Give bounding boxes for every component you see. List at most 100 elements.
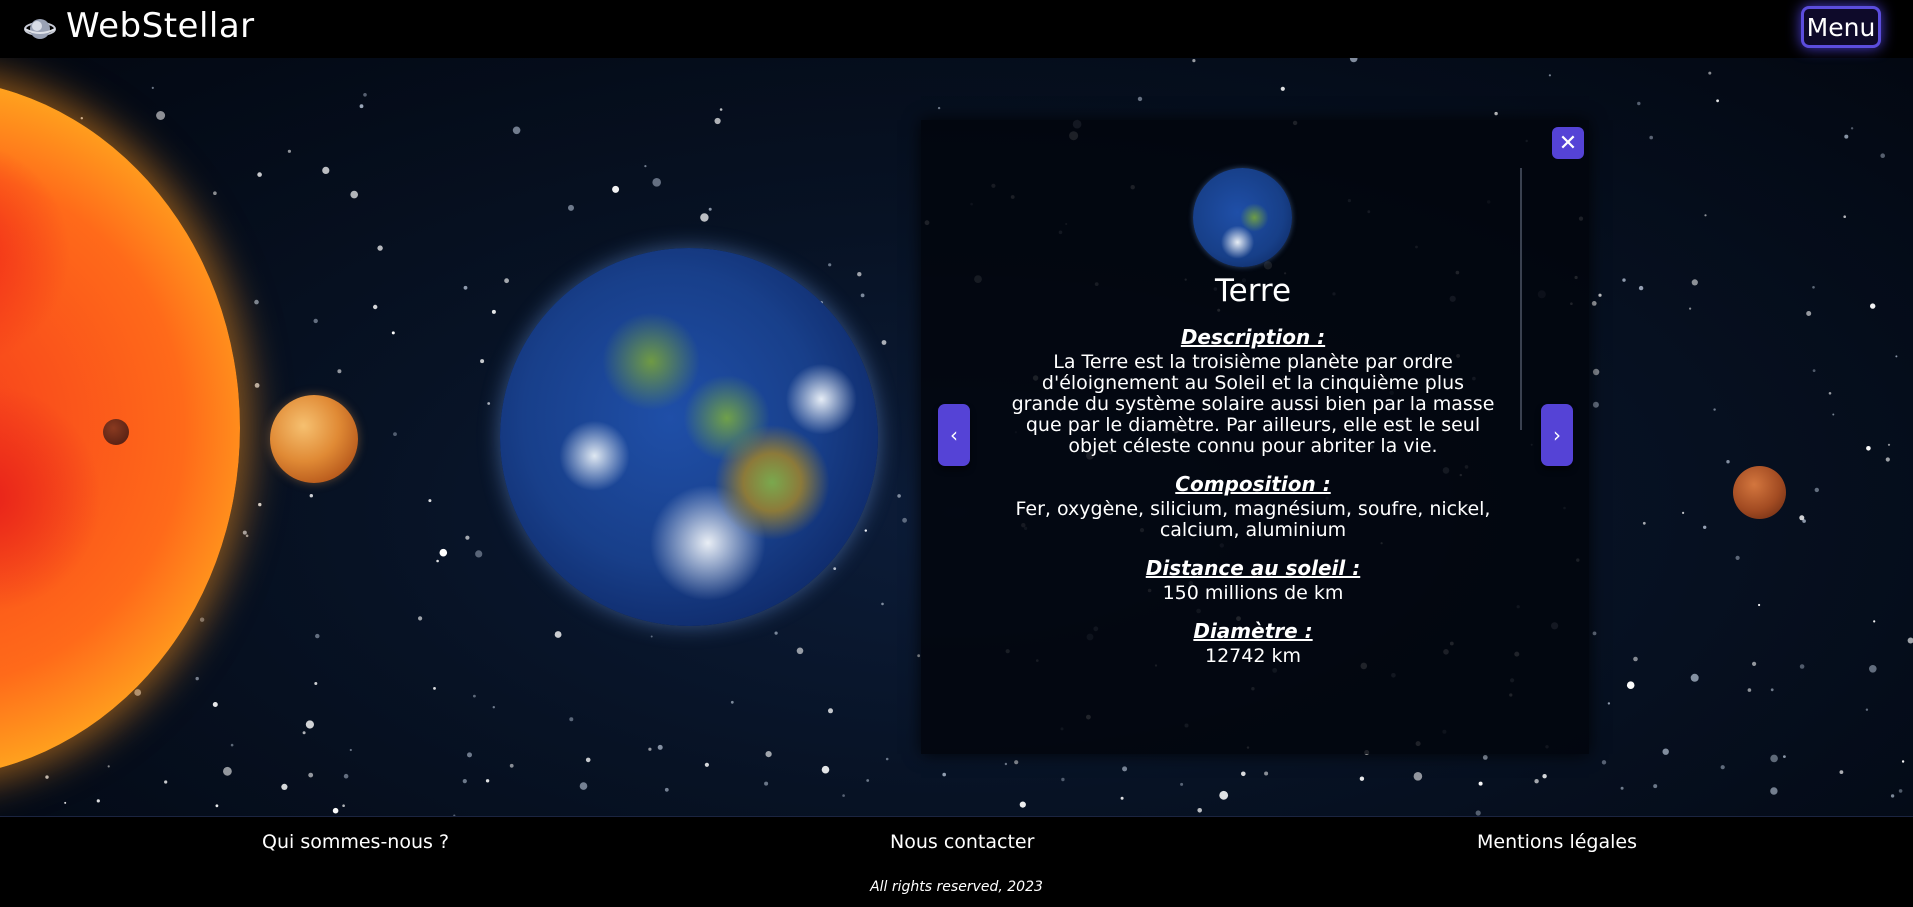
star xyxy=(1839,770,1844,774)
star xyxy=(377,245,383,251)
star xyxy=(1197,808,1202,813)
star xyxy=(828,263,832,267)
star xyxy=(322,166,330,174)
star xyxy=(1122,766,1128,772)
star xyxy=(1591,301,1597,306)
star xyxy=(337,369,342,374)
star xyxy=(657,744,663,750)
star xyxy=(212,702,218,707)
star xyxy=(1799,664,1805,669)
star xyxy=(343,773,349,779)
description-heading: Description : xyxy=(1180,325,1326,349)
contact-link[interactable]: Nous contacter xyxy=(890,831,1034,853)
star xyxy=(648,747,652,751)
site-footer: Qui sommes-nous ? Nous contacter Mention… xyxy=(0,816,1913,907)
brand-name[interactable]: WebStellar xyxy=(66,6,255,46)
star xyxy=(1812,369,1816,372)
star xyxy=(1601,760,1607,765)
next-planet-button[interactable]: › xyxy=(1541,404,1573,466)
star xyxy=(1850,127,1854,130)
earth-planet[interactable] xyxy=(500,248,878,626)
star xyxy=(433,687,436,690)
star xyxy=(612,185,620,193)
star xyxy=(1844,134,1849,139)
star xyxy=(700,213,709,222)
star xyxy=(1747,688,1752,692)
previous-planet-button[interactable]: ‹ xyxy=(938,404,970,466)
close-button[interactable]: ✕ xyxy=(1552,127,1584,159)
star xyxy=(1592,368,1600,376)
star xyxy=(1014,760,1019,765)
star xyxy=(828,708,833,714)
star xyxy=(1866,446,1871,451)
star xyxy=(881,340,887,345)
star xyxy=(821,765,830,774)
page: WebStellar Menu ✕ ‹ › Terre Description … xyxy=(0,0,1913,907)
star xyxy=(373,304,378,310)
star xyxy=(1708,71,1712,75)
star xyxy=(554,631,562,638)
panel-scrollbar[interactable] xyxy=(1520,168,1522,430)
distance-heading: Distance au soleil : xyxy=(1145,556,1361,580)
star xyxy=(64,801,67,804)
star xyxy=(1607,702,1611,705)
legal-notice-link[interactable]: Mentions légales xyxy=(1477,831,1637,853)
star xyxy=(349,748,352,752)
star xyxy=(650,635,653,638)
star xyxy=(480,359,485,364)
planet-logo-icon[interactable] xyxy=(24,15,56,43)
mercury-planet[interactable] xyxy=(103,419,129,445)
star xyxy=(1120,796,1124,800)
menu-button[interactable]: Menu xyxy=(1801,6,1881,48)
star xyxy=(465,535,470,540)
star xyxy=(885,757,889,761)
star xyxy=(764,781,769,786)
about-link[interactable]: Qui sommes-nous ? xyxy=(262,831,449,853)
star xyxy=(393,432,397,436)
star xyxy=(1770,688,1774,692)
star xyxy=(230,743,234,747)
star xyxy=(1494,111,1498,116)
star xyxy=(418,616,423,621)
star xyxy=(313,318,318,324)
star xyxy=(664,787,669,792)
star xyxy=(1690,673,1699,682)
venus-planet[interactable] xyxy=(270,395,358,483)
star xyxy=(652,178,661,187)
star xyxy=(1890,794,1895,798)
star xyxy=(1703,525,1707,529)
star xyxy=(491,309,496,314)
mars-planet[interactable] xyxy=(1733,466,1786,519)
star xyxy=(281,783,288,791)
star xyxy=(1828,392,1832,395)
star xyxy=(1349,58,1358,63)
star xyxy=(164,780,168,784)
star xyxy=(1716,99,1719,103)
star xyxy=(833,567,837,570)
star xyxy=(215,804,219,808)
star xyxy=(866,779,870,782)
star xyxy=(509,763,514,768)
star xyxy=(1482,755,1488,760)
star xyxy=(1637,101,1641,106)
star xyxy=(1885,457,1890,462)
star xyxy=(242,530,247,535)
star xyxy=(492,706,495,709)
star xyxy=(80,117,84,120)
star xyxy=(579,782,588,790)
star xyxy=(714,117,721,125)
star xyxy=(1598,293,1602,297)
star xyxy=(350,190,359,199)
diameter-heading: Diamètre : xyxy=(1193,619,1313,643)
star xyxy=(1359,776,1365,781)
star xyxy=(1653,784,1658,789)
star xyxy=(1019,801,1026,808)
star xyxy=(475,550,483,558)
star xyxy=(1219,790,1229,800)
star xyxy=(704,762,710,767)
star xyxy=(1061,777,1065,782)
star xyxy=(1534,779,1539,784)
planet-title: Terre xyxy=(1214,273,1292,309)
star xyxy=(864,529,867,532)
site-header: WebStellar Menu xyxy=(0,0,1913,58)
